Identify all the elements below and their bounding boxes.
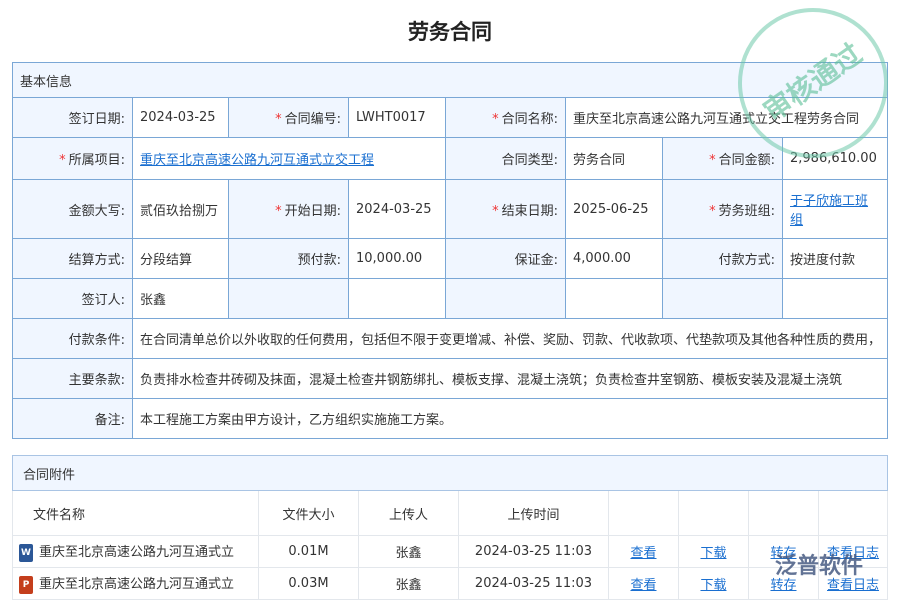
amount-value: 2,986,610.00 [783, 138, 888, 180]
paymode-value: 按进度付款 [783, 239, 888, 279]
signer-value: 张鑫 [133, 279, 229, 319]
contract-no-value: LWHT0017 [349, 98, 446, 138]
prepay-value: 10,000.00 [349, 239, 446, 279]
section-header: 合同附件 [13, 456, 888, 491]
deposit-value: 4,000.00 [566, 239, 663, 279]
col-header-time: 上传时间 [459, 491, 609, 536]
contract-name-value: 重庆至北京高速公路九河互通式立交工程劳务合同 [566, 98, 888, 138]
start-date-value: 2024-03-25 [349, 180, 446, 239]
table-row: W 重庆至北京高速公路九河互通式立 0.01M 张鑫 2024-03-25 11:… [13, 536, 888, 568]
section-header: 基本信息 [13, 63, 888, 98]
view-log-link[interactable]: 查看日志 [827, 578, 879, 593]
type-label: 合同类型: [446, 138, 566, 180]
empty-cell [566, 279, 663, 319]
remark-label: 备注: [13, 399, 133, 439]
empty-cell [446, 279, 566, 319]
contract-name-label: *合同名称: [446, 98, 566, 138]
table-row: P 重庆至北京高速公路九河互通式立 0.03M 张鑫 2024-03-25 11:… [13, 568, 888, 600]
team-label: *劳务班组: [663, 180, 783, 239]
start-date-label: *开始日期: [229, 180, 349, 239]
page-title: 劳务合同 [0, 16, 900, 46]
view-link[interactable]: 查看 [630, 546, 656, 561]
sign-date-label: 签订日期: [13, 98, 133, 138]
prepay-label: 预付款: [229, 239, 349, 279]
end-date-value: 2025-06-25 [566, 180, 663, 239]
amount-label: *合同金额: [663, 138, 783, 180]
paymode-label: 付款方式: [663, 239, 783, 279]
contract-no-label: *合同编号: [229, 98, 349, 138]
file-name: 重庆至北京高速公路九河互通式立 [39, 545, 234, 560]
download-link[interactable]: 下载 [700, 578, 726, 593]
save-as-link[interactable]: 转存 [770, 546, 796, 561]
uploader: 张鑫 [359, 568, 459, 600]
upload-time: 2024-03-25 11:03 [459, 536, 609, 568]
end-date-label: *结束日期: [446, 180, 566, 239]
remark-value: 本工程施工方案由甲方设计，乙方组织实施施工方案。 [133, 399, 888, 439]
terms-label: 付款条件: [13, 319, 133, 359]
view-log-link[interactable]: 查看日志 [827, 546, 879, 561]
settle-value: 分段结算 [133, 239, 229, 279]
type-value: 劳务合同 [566, 138, 663, 180]
terms-value: 在合同清单总价以外收取的任何费用，包括但不限于变更增减、补偿、奖励、罚款、代收款… [133, 319, 888, 359]
empty-cell [663, 279, 783, 319]
project-label: *所属项目: [13, 138, 133, 180]
project-link[interactable]: 重庆至北京高速公路九河互通式立交工程 [140, 153, 374, 168]
col-header-size: 文件大小 [259, 491, 359, 536]
amount-cn-label: 金额大写: [13, 180, 133, 239]
basic-info-table: 基本信息 签订日期: 2024-03-25 *合同编号: LWHT0017 *合… [12, 62, 888, 439]
download-link[interactable]: 下载 [700, 546, 726, 561]
team-link[interactable]: 于子欣施工班组 [790, 194, 868, 228]
attachments-table: 合同附件 文件名称 文件大小 上传人 上传时间 W 重庆至北京高速公路九河互通式立… [12, 455, 888, 600]
amount-cn-value: 贰佰玖拾捌万 [133, 180, 229, 239]
sign-date-value: 2024-03-25 [133, 98, 229, 138]
settle-label: 结算方式: [13, 239, 133, 279]
signer-label: 签订人: [13, 279, 133, 319]
upload-time: 2024-03-25 11:03 [459, 568, 609, 600]
main-terms-label: 主要条款: [13, 359, 133, 399]
file-size: 0.03M [259, 568, 359, 600]
empty-cell [349, 279, 446, 319]
word-file-icon: W [19, 544, 33, 562]
powerpoint-file-icon: P [19, 576, 33, 594]
view-link[interactable]: 查看 [630, 578, 656, 593]
empty-cell [229, 279, 349, 319]
empty-cell [783, 279, 888, 319]
col-header-uploader: 上传人 [359, 491, 459, 536]
main-terms-value: 负责排水检查井砖砌及抹面，混凝土检查井钢筋绑扎、模板支撑、混凝土浇筑；负责检查井… [133, 359, 888, 399]
col-header-name: 文件名称 [13, 491, 259, 536]
deposit-label: 保证金: [446, 239, 566, 279]
file-name: 重庆至北京高速公路九河互通式立 [39, 577, 234, 592]
file-size: 0.01M [259, 536, 359, 568]
save-as-link[interactable]: 转存 [770, 578, 796, 593]
uploader: 张鑫 [359, 536, 459, 568]
